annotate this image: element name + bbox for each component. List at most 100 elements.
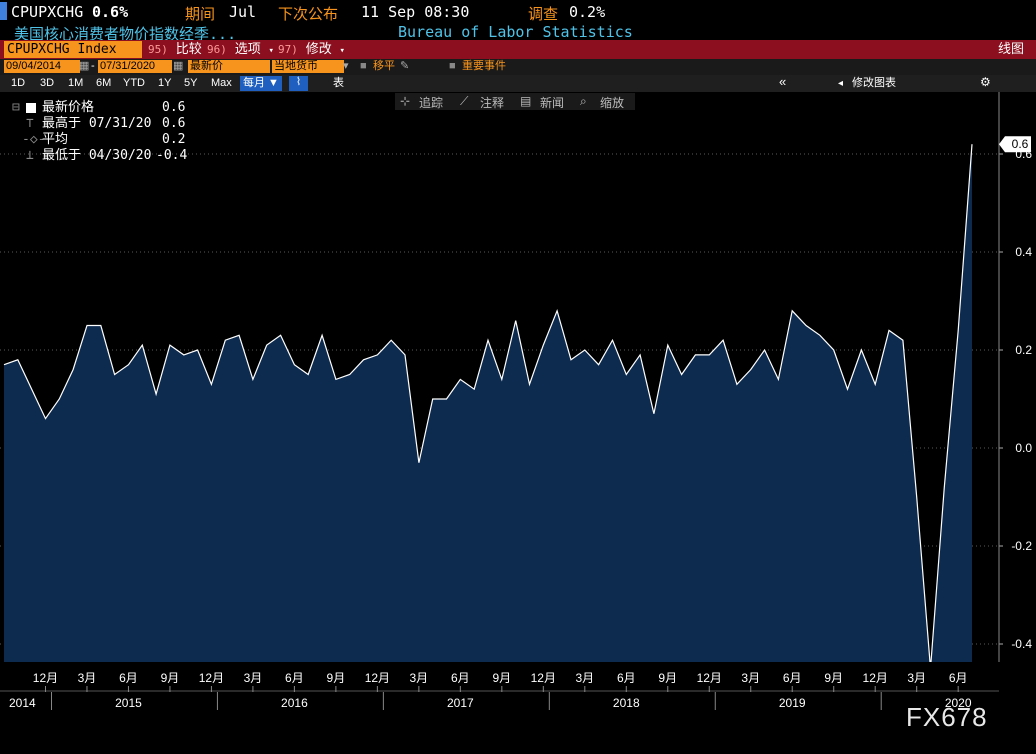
data-point <box>971 143 973 145</box>
price-field-select[interactable]: 最新价 <box>188 60 270 73</box>
data-point <box>100 325 102 327</box>
range-max[interactable]: Max <box>211 77 232 90</box>
data-source: Bureau of Labor Statistics <box>398 23 633 41</box>
frequency-select[interactable]: 每月 ▼ <box>240 76 282 91</box>
chevron-left-icon[interactable]: ◂ <box>838 77 843 90</box>
next-release-label: 下次公布 <box>278 5 339 23</box>
currency-select[interactable]: 当地货币 <box>272 60 344 73</box>
x-tick-label: 6月 <box>119 671 138 685</box>
x-year-label: 2016 <box>281 696 308 710</box>
x-tick-label: 12月 <box>365 671 390 685</box>
cpi-chart[interactable]: -0.4-0.20.00.20.40.60.612月 3月 6月 9月 12月 3月 6月 9… <box>0 92 1036 754</box>
range-1y[interactable]: 1Y <box>158 77 171 90</box>
data-point <box>874 384 876 386</box>
date-separator: - <box>91 60 95 72</box>
watermark: FX678 <box>906 702 988 732</box>
zoom-icon[interactable]: ⌕ <box>580 94 587 109</box>
calendar-icon-start[interactable]: ▦ <box>79 60 89 73</box>
data-point <box>114 374 116 376</box>
line-chart-icon[interactable]: ⌇ <box>289 76 308 91</box>
data-point <box>155 393 157 395</box>
calendar-icon-end[interactable]: ▦ <box>173 60 183 73</box>
y-tick-label: 0.0 <box>1015 441 1032 455</box>
legend-avg-label: 平均 <box>42 132 69 147</box>
annotate-button[interactable]: 注释 <box>480 94 504 111</box>
legend-tree-icon: ⊟ <box>12 100 20 115</box>
range-5y[interactable]: 5Y <box>184 77 197 90</box>
legend-avg-value: 0.2 <box>162 132 186 147</box>
track-button[interactable]: 追踪 <box>419 94 443 111</box>
data-point <box>957 330 959 332</box>
x-tick-label: 6月 <box>617 671 636 685</box>
news-icon[interactable]: ▤ <box>520 94 531 108</box>
series-area <box>4 144 972 669</box>
data-point <box>432 398 434 400</box>
range-1d[interactable]: 1D <box>11 77 25 90</box>
x-year-label: 2018 <box>613 696 640 710</box>
data-point <box>252 379 254 381</box>
shift-checkbox[interactable]: ■ <box>360 60 367 73</box>
x-year-label: 2015 <box>115 696 142 710</box>
collapse-icon[interactable]: « <box>779 75 786 88</box>
range-3d[interactable]: 3D <box>40 77 54 90</box>
edit-label: 修改 <box>305 42 332 57</box>
gear-icon[interactable]: ⚙ <box>980 76 991 89</box>
edit-chart-button[interactable]: 修改图表 <box>852 77 896 90</box>
chart-area <box>3 143 973 669</box>
data-point <box>501 379 503 381</box>
last-value: 0.6% <box>92 3 129 21</box>
data-point <box>791 310 793 312</box>
legend-last-value: 0.6 <box>162 100 186 115</box>
legend-low-label: 最低于 04/30/20 <box>42 148 152 163</box>
data-point <box>128 364 130 366</box>
chart-tools: ⊹ 追踪 ⟋ 注释 ▤ 新闻 ⌕ 缩放 <box>395 93 635 110</box>
data-point <box>556 310 558 312</box>
table-button[interactable]: 表 <box>333 77 344 90</box>
pencil-icon[interactable]: ✎ <box>400 60 409 73</box>
data-point <box>639 354 641 356</box>
description-row: 美国核心消费者物价指数经季... Bureau of Labor Statist… <box>0 22 1036 43</box>
period-label: 期间 <box>185 5 216 23</box>
edit-number: 97) <box>278 43 298 56</box>
data-point <box>736 384 738 386</box>
data-point <box>418 462 420 464</box>
news-button[interactable]: 新闻 <box>540 94 564 111</box>
data-point <box>377 354 379 356</box>
zoom-button[interactable]: 缩放 <box>600 94 624 111</box>
compare-number: 95) <box>148 43 168 56</box>
x-tick-label: 3月 <box>410 671 429 685</box>
end-date-field[interactable]: 07/31/2020 <box>98 60 172 73</box>
range-ytd[interactable]: YTD <box>123 77 145 90</box>
data-point <box>708 354 710 356</box>
range-6m[interactable]: 6M <box>96 77 111 90</box>
range-1m[interactable]: 1M <box>68 77 83 90</box>
high-marker-icon: ⊤ <box>26 116 34 131</box>
data-point <box>473 388 475 390</box>
x-tick-label: 6月 <box>949 671 968 685</box>
data-point <box>598 364 600 366</box>
events-checkbox[interactable]: ■ <box>449 60 456 73</box>
data-point <box>45 418 47 420</box>
compare-button[interactable]: 95) 比较 <box>148 41 202 58</box>
pencil-annotate-icon[interactable]: ⟋ <box>460 94 468 109</box>
x-tick-label: 12月 <box>199 671 224 685</box>
x-tick-label: 9月 <box>492 671 511 685</box>
start-date-field[interactable]: 09/04/2014 <box>4 60 80 73</box>
crosshair-icon[interactable]: ⊹ <box>400 94 410 108</box>
data-point <box>570 359 572 361</box>
data-point <box>280 335 282 337</box>
data-point <box>238 335 240 337</box>
security-field[interactable]: CPUPXCHG Index <box>4 41 142 58</box>
data-point <box>307 374 309 376</box>
ticker-name[interactable]: CPUPXCHG <box>11 3 83 21</box>
data-point <box>446 398 448 400</box>
x-tick-label: 6月 <box>285 671 304 685</box>
data-point <box>819 335 821 337</box>
legend-swatch <box>26 103 36 113</box>
last-value-label: 0.6 <box>1012 137 1029 151</box>
options-button[interactable]: 96) 选项 ▾ <box>207 41 274 58</box>
currency-dropdown-icon[interactable]: ▾ <box>343 60 349 73</box>
range-row: 1D 3D 1M 6M YTD 1Y 5Y Max 每月 ▼ ⌇ 表 « ◂ 修… <box>0 75 1036 92</box>
events-label: 重要事件 <box>462 60 506 72</box>
edit-button[interactable]: 97) 修改 ▾ <box>278 41 345 58</box>
